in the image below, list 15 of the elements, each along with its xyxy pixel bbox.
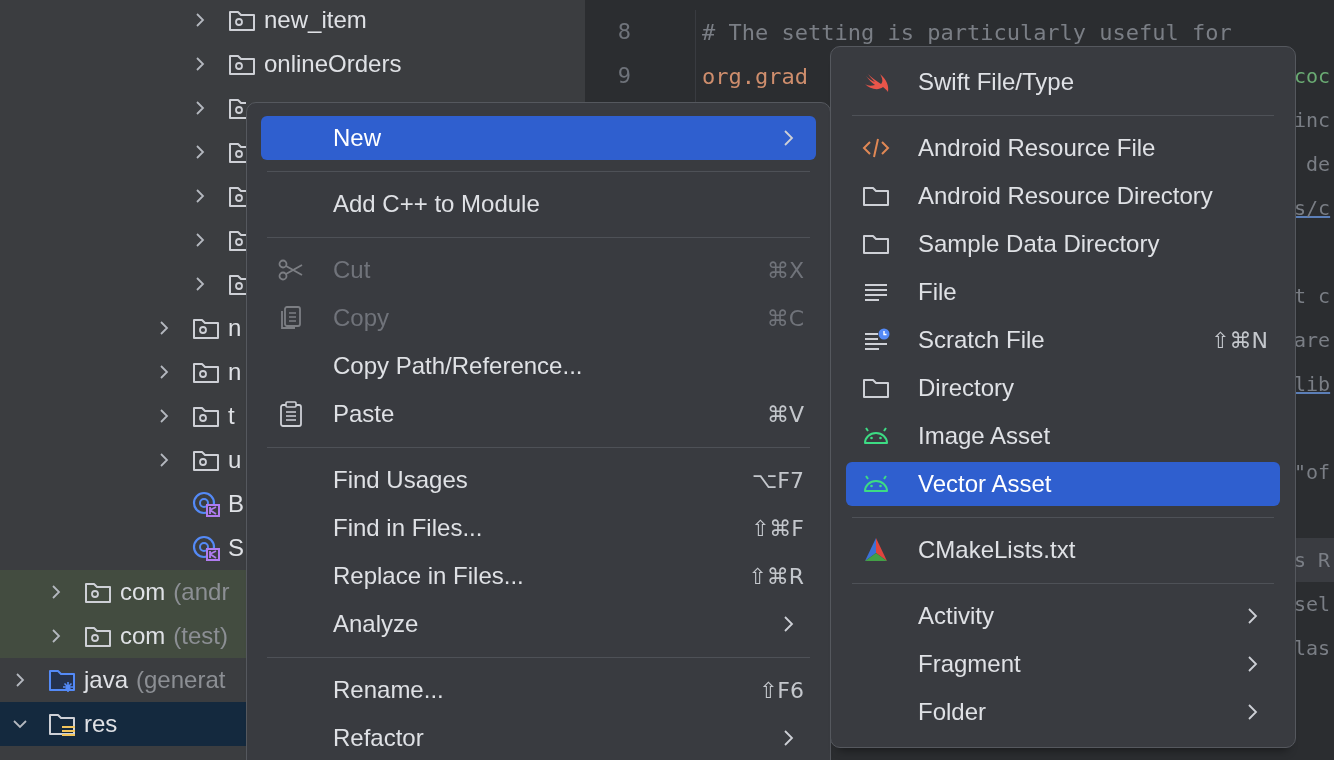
code-fragment: lib <box>1294 372 1331 396</box>
code-fragment: de <box>1305 152 1331 176</box>
code-fragment: coc <box>1294 64 1331 88</box>
code-fragment: sel <box>1294 592 1331 616</box>
code-fragment: s R <box>1294 548 1331 572</box>
code-line: # The setting is particularly useful for <box>702 19 1232 45</box>
code-line: org.grad <box>702 63 808 89</box>
code-fragment: t c <box>1294 284 1331 308</box>
code-fragment: las <box>1294 636 1331 660</box>
code-fragment: "of <box>1294 460 1331 484</box>
line-number: 8 <box>617 19 631 44</box>
code-fragment: are <box>1294 328 1331 352</box>
code-fragment: inc <box>1294 108 1331 132</box>
code-fragment: s/c <box>1294 196 1331 220</box>
line-number: 9 <box>617 63 631 88</box>
